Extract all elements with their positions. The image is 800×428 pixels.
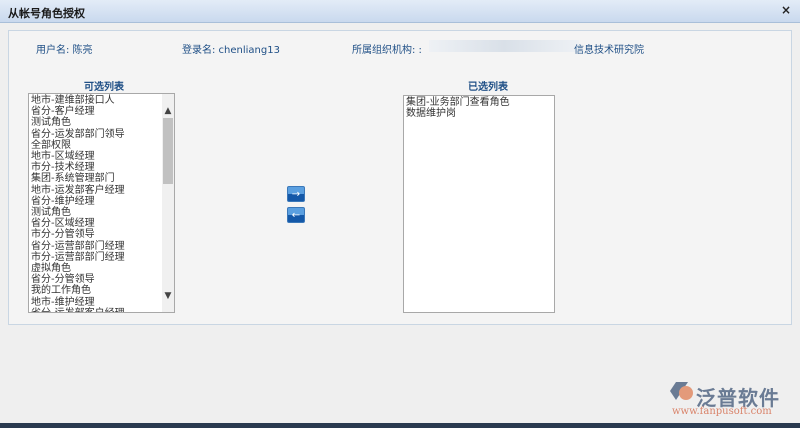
login-name: 登录名: chenliang13 — [182, 45, 280, 56]
list-item[interactable]: 我的工作角色 — [31, 285, 172, 296]
list-item[interactable]: 省分-分管领导 — [31, 274, 172, 285]
scrollbar-thumb[interactable] — [163, 118, 173, 184]
list-item[interactable]: 省分-运营部部门经理 — [31, 241, 172, 252]
add-role-button[interactable]: → — [287, 186, 305, 202]
list-item[interactable]: 全部权限 — [31, 140, 172, 151]
list-item[interactable]: 虚拟角色 — [31, 263, 172, 274]
dialog-title: 从帐号角色授权 — [8, 7, 85, 20]
list-item[interactable]: 地市-建维部接口人 — [31, 95, 172, 106]
list-item[interactable]: 地市-区域经理 — [31, 151, 172, 162]
scrollbar[interactable]: ▲ ▼ — [162, 94, 174, 312]
fanpu-logo-icon — [670, 382, 693, 400]
list-item[interactable]: 集团-业务部门查看角色 — [406, 97, 552, 108]
available-roles-list[interactable]: 地市-建维部接口人 省分-客户经理 测试角色 省分-运发部部门领导 全部权限 地市-区域经… — [28, 93, 175, 313]
dialog-titlebar: 从帐号角色授权 × — [0, 0, 800, 23]
list-item[interactable]: 省分-运发部部门领导 — [31, 129, 172, 140]
org-value: 信息技术研究院 — [574, 45, 644, 56]
available-list-title: 可选列表 — [84, 82, 124, 93]
selected-roles-list[interactable]: 集团-业务部门查看角色 数据维护岗 — [403, 95, 555, 313]
user-name: 用户名: 陈亮 — [36, 45, 93, 56]
scroll-down-icon[interactable]: ▼ — [162, 291, 174, 302]
list-item[interactable]: 测试角色 — [31, 207, 172, 218]
bottom-strip — [0, 423, 800, 428]
list-item[interactable]: 地市-运发部客户经理 — [31, 185, 172, 196]
list-item[interactable]: 数据维护岗 — [406, 108, 552, 119]
scroll-up-icon[interactable]: ▲ — [162, 106, 174, 117]
list-item[interactable]: 市分-分管领导 — [31, 229, 172, 240]
org-path-redacted — [429, 40, 579, 52]
list-item[interactable]: 地市-维护经理 — [31, 297, 172, 308]
selected-list-title: 已选列表 — [468, 82, 508, 93]
close-icon[interactable]: × — [781, 3, 791, 17]
logo-url: www.fanpusoft.com — [672, 406, 772, 417]
list-item[interactable]: 集团-系统管理部门 — [31, 173, 172, 184]
org-label: 所属组织机构: : — [352, 45, 422, 56]
list-item[interactable]: 省分-客户经理 — [31, 106, 172, 117]
list-item[interactable]: 市分-技术经理 — [31, 162, 172, 173]
list-item[interactable]: 市分-运营部部门经理 — [31, 252, 172, 263]
remove-role-button[interactable]: ← — [287, 207, 305, 223]
list-item[interactable]: 省分-运发部客户经理 — [31, 308, 172, 312]
list-item[interactable]: 省分-维护经理 — [31, 196, 172, 207]
list-item[interactable]: 省分-区域经理 — [31, 218, 172, 229]
list-item[interactable]: 测试角色 — [31, 117, 172, 128]
